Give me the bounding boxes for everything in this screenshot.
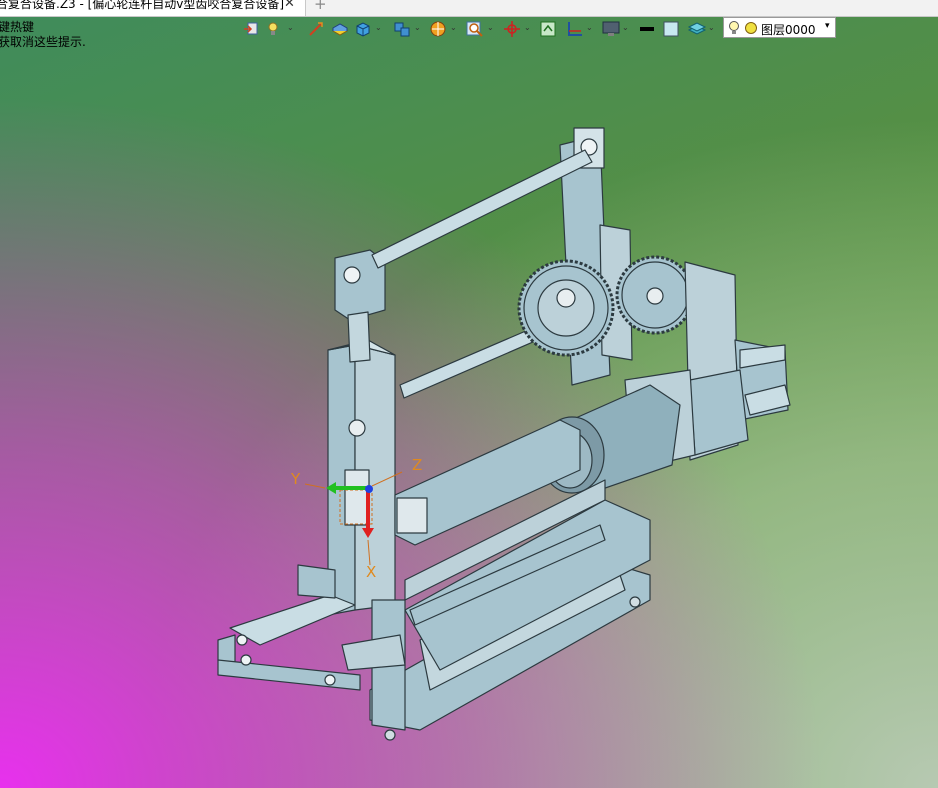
z-axis-origin	[365, 485, 373, 493]
foot-bolt	[384, 729, 396, 741]
cad-model-viewport[interactable]	[0, 0, 938, 788]
left-gear[interactable]	[517, 259, 615, 357]
z-axis-label: Z	[412, 456, 423, 474]
upper-rod[interactable]	[371, 149, 593, 269]
y-axis-label: Y	[291, 470, 301, 488]
foot-bolt	[629, 596, 641, 608]
x-axis-label: X	[366, 563, 377, 581]
right-gear[interactable]	[615, 255, 695, 335]
